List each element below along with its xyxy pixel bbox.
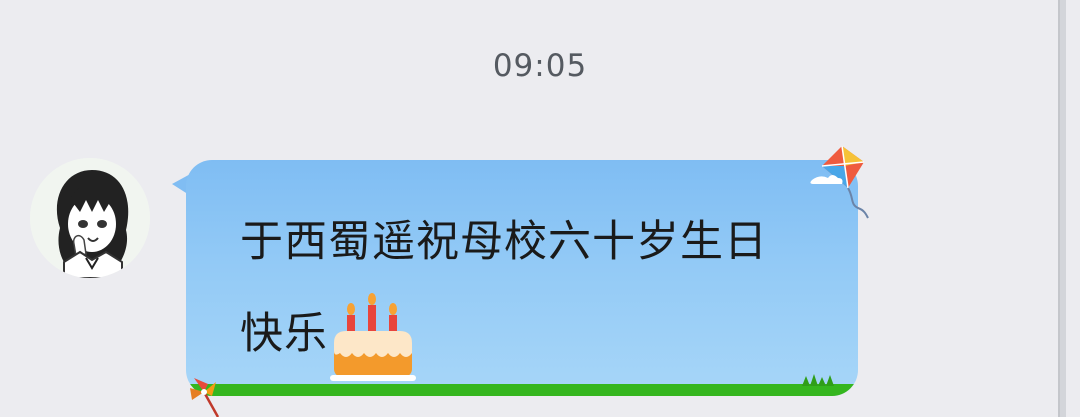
bubble-grass-decoration	[186, 384, 858, 396]
message-line-2: 快乐	[240, 309, 328, 359]
message-line-1: 于西蜀遥祝母校六十岁生日	[240, 217, 768, 267]
message-text: 于西蜀遥祝母校六十岁生日 快乐	[240, 196, 850, 383]
kite-icon	[810, 145, 869, 219]
pinwheel-icon	[190, 378, 220, 417]
message-bubble[interactable]: 于西蜀遥祝母校六十岁生日 快乐	[186, 160, 858, 396]
birthday-cake-icon	[330, 291, 416, 383]
contact-avatar[interactable]	[30, 158, 150, 278]
scrollbar[interactable]	[1058, 0, 1066, 417]
message-bubble-container[interactable]: 于西蜀遥祝母校六十岁生日 快乐	[170, 158, 870, 408]
grass-tuft-icon	[802, 374, 834, 386]
message-row: 于西蜀遥祝母校六十岁生日 快乐	[0, 0, 1080, 417]
